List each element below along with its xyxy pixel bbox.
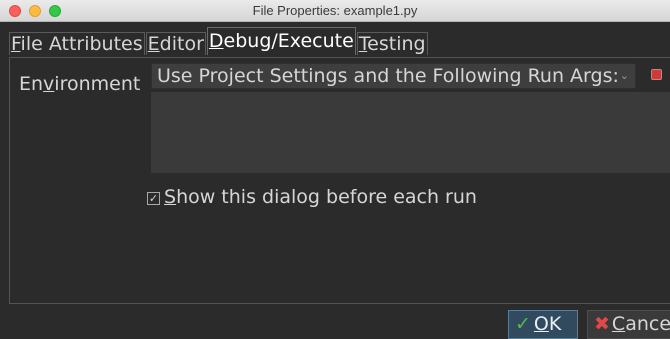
tab-mnemonic: F (11, 33, 21, 55)
environment-label-part: ironment (54, 73, 141, 95)
show-dialog-checkbox[interactable]: ✓ Show this dialog before each run (147, 186, 477, 208)
environment-label: Environment (19, 73, 140, 95)
tab-label: esting (367, 33, 426, 55)
ok-button[interactable]: ✓ OK (508, 310, 578, 339)
window-title: File Properties: example1.py (252, 3, 418, 18)
close-icon: ✖ (594, 313, 610, 335)
tab-label: ile Attributes (20, 33, 143, 55)
environment-selected-value: Use Project Settings and the Following R… (157, 65, 619, 87)
chevron-down-icon: ⌄ (619, 69, 629, 82)
show-dialog-label: how this dialog before each run (176, 186, 477, 208)
tab-mnemonic: D (208, 30, 224, 52)
environment-label-part: En (19, 73, 44, 95)
tab-debug-execute[interactable]: Debug/Execute (206, 27, 356, 55)
cancel-mnemonic: C (611, 313, 626, 335)
tab-mnemonic: T (358, 33, 368, 55)
tab-label: ebug/Execute (223, 30, 354, 52)
tab-bar: File Attributes Editor Debug/Execute Testin… (9, 27, 429, 58)
tab-mnemonic: E (147, 33, 160, 55)
tab-label: ditor (159, 33, 204, 55)
checkbox-check-icon: ✓ (147, 192, 160, 205)
show-dialog-mnemonic: S (164, 186, 177, 208)
title-bar: File Properties: example1.py (0, 0, 670, 22)
environment-label-mnemonic: v (43, 73, 55, 95)
ok-label: K (548, 313, 562, 335)
tab-file-attributes[interactable]: File Attributes (9, 32, 145, 55)
ok-mnemonic: O (533, 313, 549, 335)
tab-editor[interactable]: Editor (145, 32, 206, 55)
run-args-textarea[interactable] (151, 92, 670, 173)
tab-testing[interactable]: Testing (356, 32, 428, 55)
cancel-button[interactable]: ✖Cancel (587, 310, 670, 339)
check-icon: ✓ (515, 313, 531, 335)
cancel-label: ancel (625, 313, 670, 335)
environment-select[interactable]: Use Project Settings and the Following R… (151, 63, 636, 89)
environment-option-checkbox[interactable] (651, 69, 662, 80)
